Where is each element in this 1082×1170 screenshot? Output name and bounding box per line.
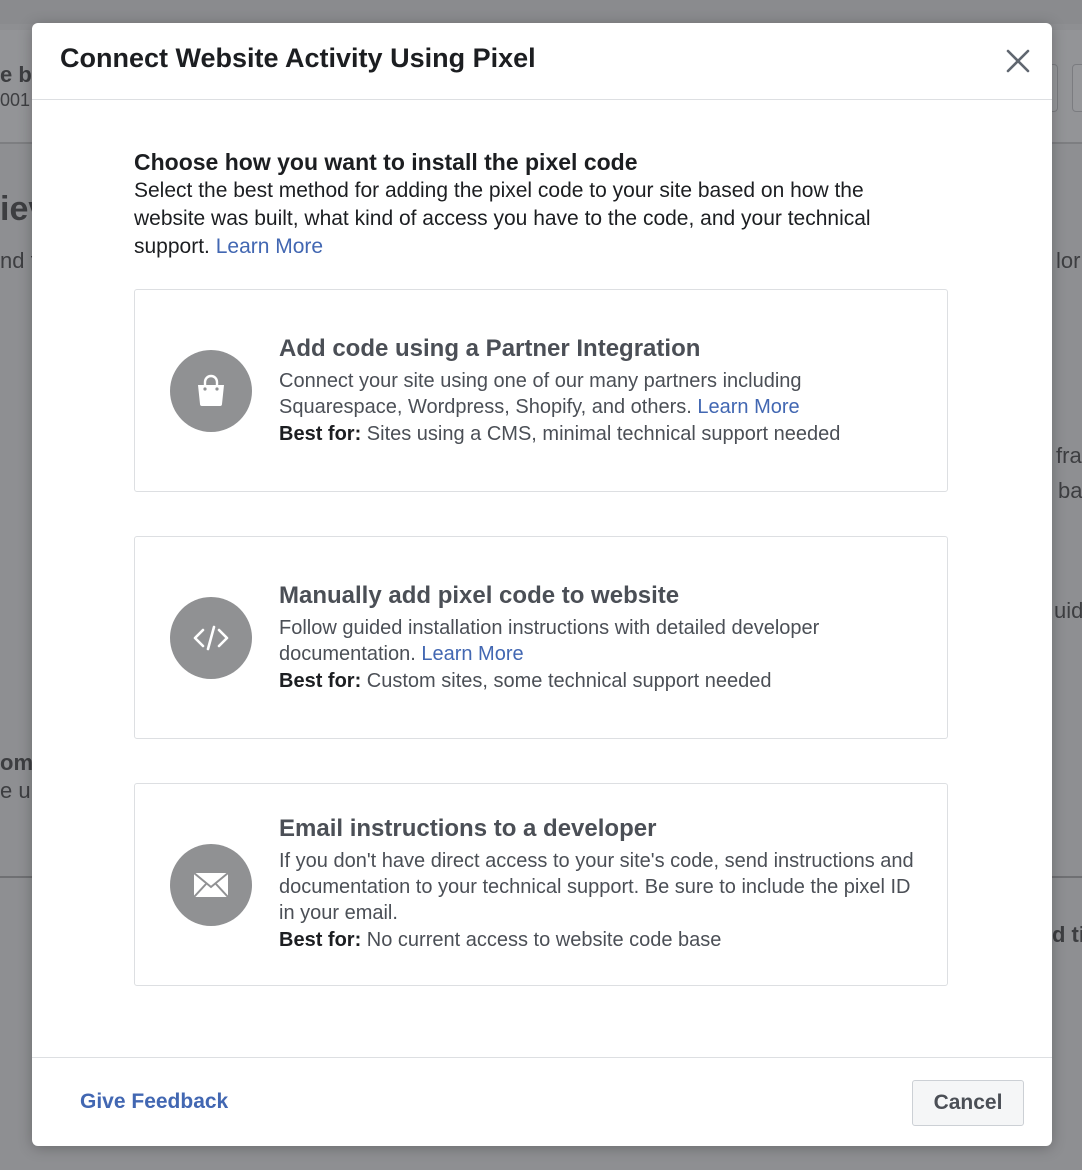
background-topbar: [0, 0, 1082, 24]
option-description: Connect your site using one of our many …: [279, 368, 919, 420]
background-text: om: [0, 750, 33, 775]
background-text: e b: [0, 62, 32, 87]
give-feedback-link[interactable]: Give Feedback: [80, 1090, 228, 1114]
best-for: Best for: Custom sites, some technical s…: [279, 667, 919, 695]
option-email-developer[interactable]: Email instructions to a developer If you…: [134, 783, 948, 986]
intro-section: Choose how you want to install the pixel…: [134, 147, 934, 261]
dialog-footer: Give Feedback Cancel: [32, 1057, 1052, 1147]
best-for-value: Custom sites, some technical support nee…: [361, 670, 772, 692]
option-partner-integration[interactable]: Add code using a Partner Integration Con…: [134, 289, 948, 492]
best-for-label: Best for:: [279, 670, 362, 692]
learn-more-link[interactable]: Learn More: [216, 235, 323, 258]
option-description: If you don't have direct access to your …: [279, 848, 919, 926]
dialog-title: Connect Website Activity Using Pixel: [60, 43, 536, 73]
learn-more-link[interactable]: Learn More: [421, 643, 523, 665]
best-for: Best for: No current access to website c…: [279, 926, 919, 954]
background-text: fra: [1056, 443, 1082, 468]
best-for-label: Best for:: [279, 423, 362, 445]
background-text: ba: [1058, 478, 1082, 503]
option-description-text: Follow guided installation instructions …: [279, 617, 820, 665]
option-description: Follow guided installation instructions …: [279, 615, 919, 667]
learn-more-link[interactable]: Learn More: [697, 396, 799, 418]
background-text: 001: [0, 90, 31, 110]
background-text: d ti: [1052, 922, 1082, 947]
background-text: uide: [1054, 598, 1082, 623]
best-for-label: Best for:: [279, 929, 362, 951]
option-title: Add code using a Partner Integration: [279, 335, 701, 362]
option-text: Add code using a Partner Integration Con…: [279, 334, 919, 448]
option-title: Manually add pixel code to website: [279, 582, 680, 609]
background-button: [1072, 64, 1082, 112]
best-for: Best for: Sites using a CMS, minimal tec…: [279, 420, 919, 448]
envelope-icon: [170, 844, 252, 926]
close-button[interactable]: [998, 41, 1038, 81]
code-icon: [170, 597, 252, 679]
dialog-header: Connect Website Activity Using Pixel: [32, 23, 1052, 100]
connect-pixel-dialog: Connect Website Activity Using Pixel Cho…: [32, 23, 1052, 1146]
option-text: Email instructions to a developer If you…: [279, 814, 919, 954]
background-text: lor: [1056, 248, 1081, 273]
intro-body: Select the best method for adding the pi…: [134, 177, 934, 261]
option-title: Email instructions to a developer: [279, 815, 657, 842]
shopping-bag-icon: [170, 350, 252, 432]
best-for-value: No current access to website code base: [361, 929, 722, 951]
option-description-text: If you don't have direct access to your …: [279, 850, 914, 924]
intro-title: Choose how you want to install the pixel…: [134, 149, 638, 175]
cancel-button[interactable]: Cancel: [912, 1080, 1024, 1126]
option-text: Manually add pixel code to website Follo…: [279, 581, 919, 695]
option-manual-install[interactable]: Manually add pixel code to website Follo…: [134, 536, 948, 739]
best-for-value: Sites using a CMS, minimal technical sup…: [361, 423, 841, 445]
close-icon: [1006, 49, 1030, 73]
